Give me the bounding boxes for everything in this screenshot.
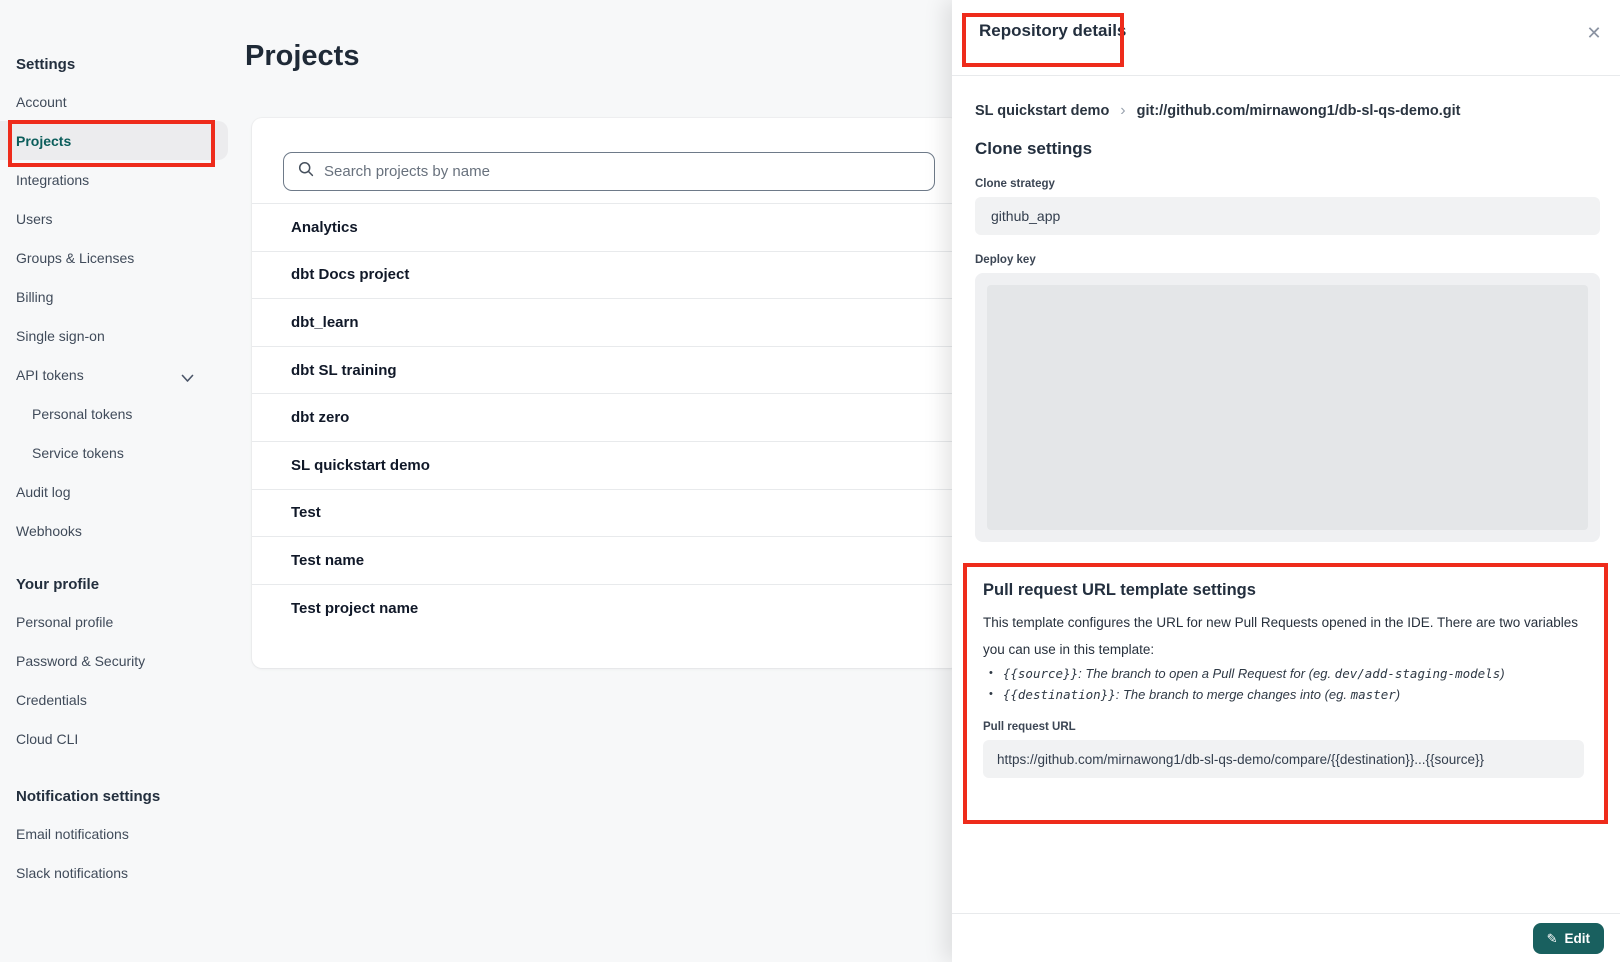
source-example: dev/add-staging-models — [1335, 666, 1501, 681]
project-search[interactable] — [283, 152, 935, 191]
edit-button[interactable]: ✎ Edit — [1533, 923, 1604, 954]
bullet-icon: • — [989, 663, 993, 684]
pencil-icon: ✎ — [1547, 931, 1558, 947]
sidebar-heading-your-profile: Your profile — [0, 566, 235, 602]
chevron-down-icon — [181, 370, 194, 386]
search-icon — [298, 161, 314, 182]
sidebar-item-credentials[interactable]: Credentials — [0, 680, 228, 719]
pull-request-template-section: Pull request URL template settings This … — [963, 563, 1608, 824]
panel-footer: ✎ Edit — [952, 913, 1620, 962]
sidebar-item-audit-log[interactable]: Audit log — [0, 472, 228, 511]
project-row[interactable]: dbt SL training — [252, 346, 960, 394]
project-row[interactable]: dbt_learn — [252, 298, 960, 346]
sidebar-item-api-tokens[interactable]: API tokens — [0, 355, 228, 394]
destination-variable: {{destination}} — [1003, 687, 1116, 702]
page-title: Projects — [245, 40, 359, 73]
project-row[interactable]: Analytics — [252, 203, 960, 251]
chevron-right-icon: › — [1120, 103, 1125, 119]
sidebar-item-cloud-cli[interactable]: Cloud CLI — [0, 719, 228, 758]
panel-title: Repository details — [979, 21, 1126, 41]
sidebar-item-single-sign-on[interactable]: Single sign-on — [0, 316, 228, 355]
pr-template-bullet-source: • {{source}}: The branch to open a Pull … — [983, 663, 1584, 684]
pr-template-description: This template configures the URL for new… — [983, 609, 1583, 663]
sidebar-heading-settings: Settings — [0, 46, 235, 82]
close-icon[interactable]: ✕ — [1581, 20, 1607, 46]
pr-template-bullet-destination: • {{destination}}: The branch to merge c… — [983, 684, 1584, 705]
deploy-key-textarea[interactable] — [987, 285, 1588, 530]
edit-button-label: Edit — [1565, 931, 1591, 946]
sidebar-item-personal-tokens[interactable]: Personal tokens — [0, 394, 228, 433]
sidebar-item-password-security[interactable]: Password & Security — [0, 641, 228, 680]
panel-content: SL quickstart demo › git://github.com/mi… — [975, 76, 1600, 824]
sidebar-item-service-tokens[interactable]: Service tokens — [0, 433, 228, 472]
clone-strategy-label: Clone strategy — [975, 178, 1600, 190]
sidebar-item-groups-licenses[interactable]: Groups & Licenses — [0, 238, 228, 277]
projects-list: Analytics dbt Docs project dbt_learn dbt… — [252, 203, 960, 631]
sidebar-item-personal-profile[interactable]: Personal profile — [0, 602, 228, 641]
bullet-icon: • — [989, 684, 993, 705]
pull-request-url-label: Pull request URL — [983, 721, 1584, 733]
pull-request-url-input[interactable] — [983, 740, 1584, 778]
clone-strategy-input[interactable] — [975, 197, 1600, 235]
panel-header: Repository details ✕ — [952, 0, 1620, 76]
project-row[interactable]: Test name — [252, 536, 960, 584]
sidebar-item-integrations[interactable]: Integrations — [0, 160, 228, 199]
sidebar-item-projects[interactable]: Projects — [0, 121, 228, 160]
project-row[interactable]: dbt zero — [252, 393, 960, 441]
sidebar-item-users[interactable]: Users — [0, 199, 228, 238]
sidebar-item-webhooks[interactable]: Webhooks — [0, 511, 228, 550]
projects-card: Analytics dbt Docs project dbt_learn dbt… — [252, 118, 960, 668]
destination-example: master — [1351, 687, 1396, 702]
sidebar-item-email-notifications[interactable]: Email notifications — [0, 814, 228, 853]
project-row[interactable]: SL quickstart demo — [252, 441, 960, 489]
sidebar-item-slack-notifications[interactable]: Slack notifications — [0, 853, 228, 892]
settings-sidebar: Settings Account Projects Integrations U… — [0, 0, 235, 892]
repository-details-panel: Repository details ✕ SL quickstart demo … — [952, 0, 1620, 962]
project-row[interactable]: dbt Docs project — [252, 251, 960, 299]
pr-template-heading: Pull request URL template settings — [983, 581, 1584, 600]
deploy-key-field — [975, 273, 1600, 542]
clone-settings-heading: Clone settings — [975, 139, 1600, 159]
project-row[interactable]: Test project name — [252, 584, 960, 632]
breadcrumb-project-name: SL quickstart demo — [975, 103, 1109, 119]
sidebar-item-account[interactable]: Account — [0, 82, 228, 121]
sidebar-item-billing[interactable]: Billing — [0, 277, 228, 316]
breadcrumb: SL quickstart demo › git://github.com/mi… — [975, 103, 1600, 119]
deploy-key-label: Deploy key — [975, 254, 1600, 266]
search-input[interactable] — [324, 163, 934, 180]
source-variable: {{source}} — [1003, 666, 1078, 681]
breadcrumb-repo-url: git://github.com/mirnawong1/db-sl-qs-dem… — [1137, 103, 1461, 119]
sidebar-heading-notification-settings: Notification settings — [0, 778, 235, 814]
project-row[interactable]: Test — [252, 489, 960, 537]
